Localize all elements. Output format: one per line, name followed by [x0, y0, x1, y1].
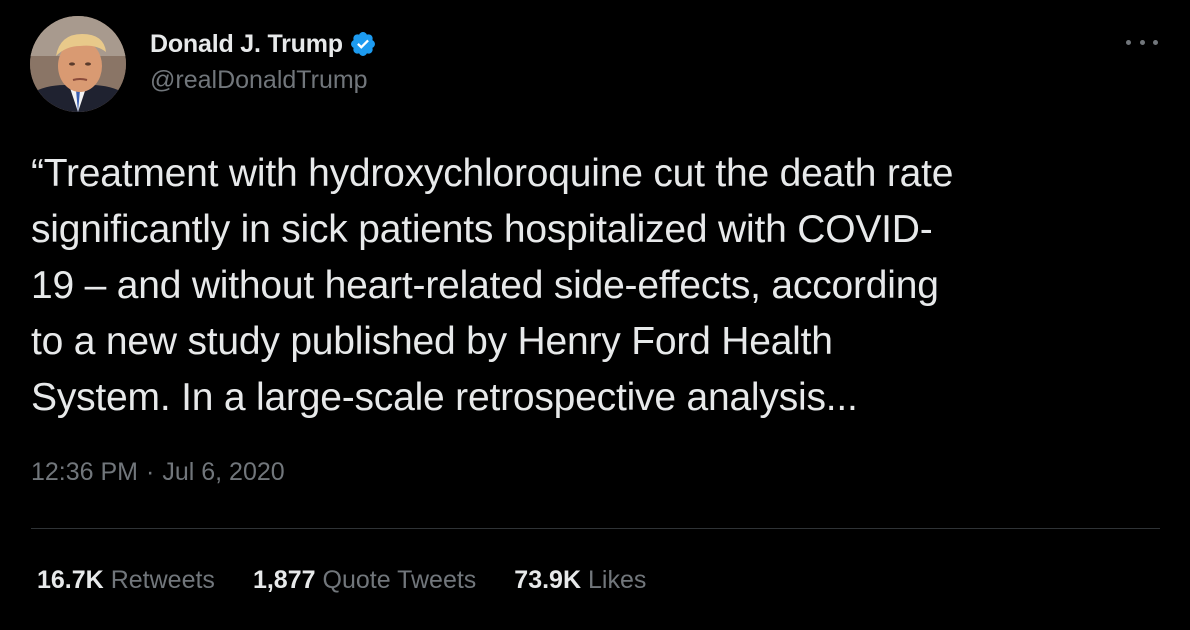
tweet-text-line: System. In a large-scale retrospective a…	[31, 376, 858, 419]
more-dot	[1153, 39, 1158, 45]
tweet-text-line: “Treatment with hydroxychloroquine cut t…	[31, 152, 954, 195]
more-dot	[1126, 39, 1131, 45]
quote-tweets-count: 1,877	[252, 566, 316, 594]
author-name-row: Donald J. Trump	[150, 27, 377, 61]
author-handle[interactable]: @realDonaldTrump	[150, 66, 368, 95]
retweets-stat[interactable]: 16.7K Retweets	[37, 566, 215, 595]
tweet-text-line: significantly in sick patients hospitali…	[31, 208, 933, 251]
more-options-icon[interactable]	[1126, 32, 1158, 52]
quote-tweets-stat[interactable]: 1,877 Quote Tweets	[253, 566, 476, 595]
likes-count: 73.9K	[514, 566, 582, 594]
tweet-text-line: 19 – and without heart-related side-effe…	[31, 264, 939, 307]
tweet-timestamp[interactable]: 12:36 PM · Jul 6, 2020	[31, 458, 285, 487]
more-dot	[1139, 39, 1145, 45]
tweet-date: Jul 6, 2020	[162, 458, 285, 486]
quote-tweets-label: Quote Tweets	[322, 566, 477, 594]
likes-label: Likes	[588, 566, 647, 594]
tweet-text-line: to a new study published by Henry Ford H…	[31, 320, 833, 363]
tweet-text: “Treatment with hydroxychloroquine cut t…	[31, 146, 1166, 426]
retweets-count: 16.7K	[37, 566, 104, 594]
retweets-label: Retweets	[110, 566, 215, 594]
avatar[interactable]	[30, 16, 126, 112]
likes-stat[interactable]: 73.9K Likes	[514, 566, 646, 595]
tweet-card: Donald J. Trump @realDonaldTrump “Treatm…	[0, 0, 1190, 630]
tweet-time: 12:36 PM	[31, 458, 139, 486]
verified-badge-icon	[349, 30, 377, 58]
avatar-image	[30, 16, 126, 112]
engagement-stats: 16.7K Retweets 1,877 Quote Tweets 73.9K …	[37, 566, 684, 595]
display-name[interactable]: Donald J. Trump	[150, 30, 343, 59]
divider	[31, 528, 1160, 529]
timestamp-separator: ·	[146, 458, 155, 486]
